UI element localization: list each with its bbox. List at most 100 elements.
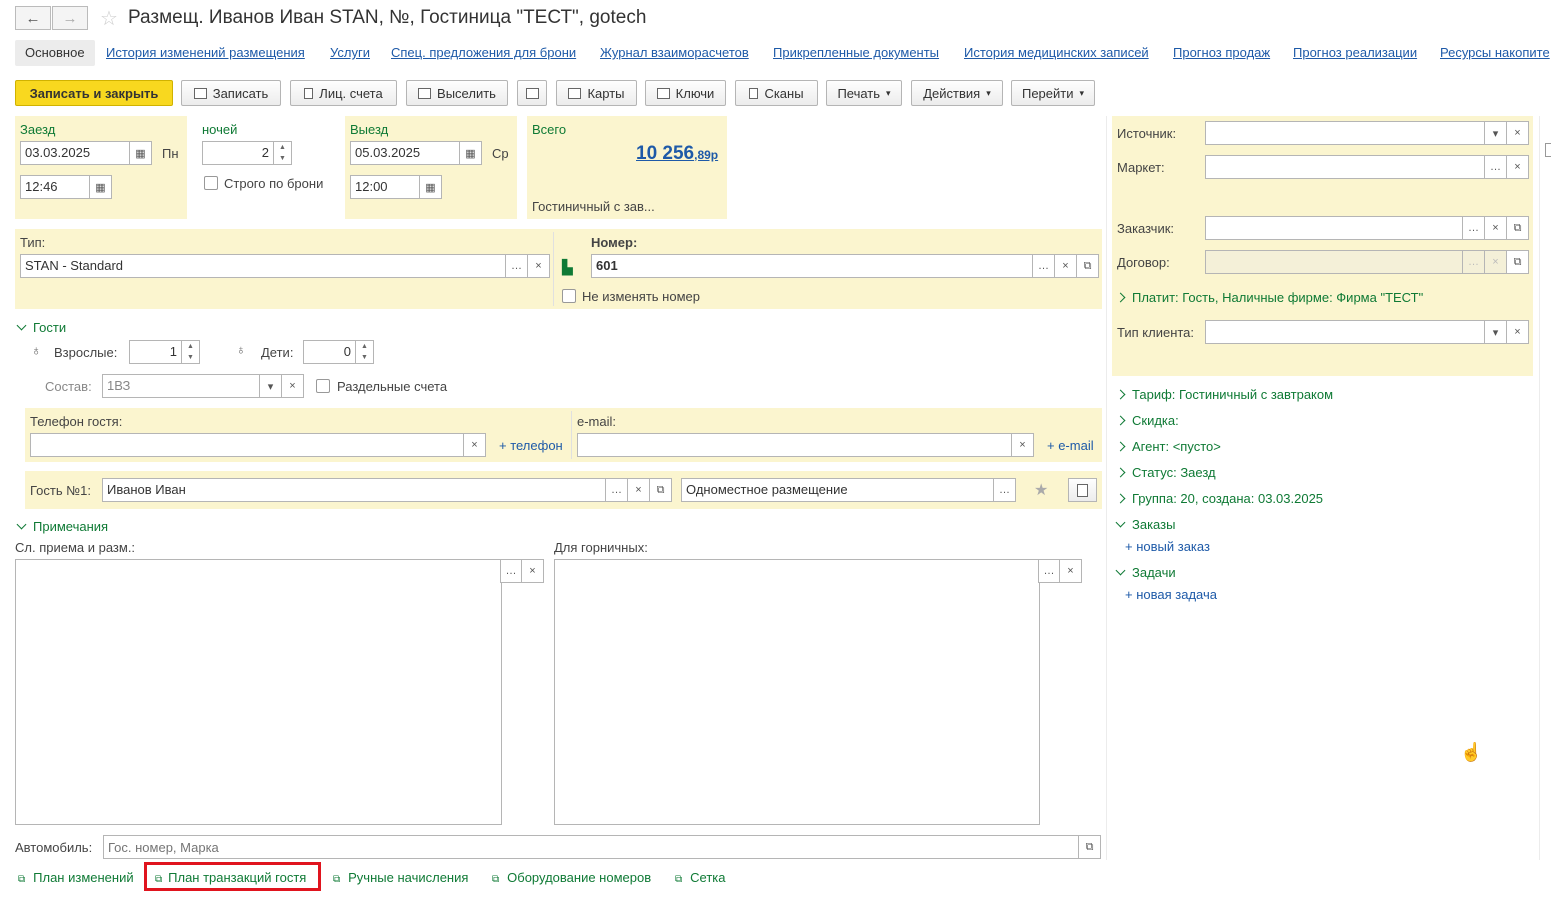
print-button[interactable]: Печать ▾ [826,80,902,106]
checkin-time-field[interactable]: 12:46 [20,175,90,199]
tab-documents[interactable]: Прикрепленные документы [773,40,939,66]
tab-sales-forecast[interactable]: Прогноз продаж [1173,40,1270,66]
scans-button[interactable]: Сканы [735,80,818,106]
grid-link[interactable]: ⧉ Сетка [675,870,725,885]
tab-main[interactable]: Основное [15,40,95,66]
guest1-name-field[interactable]: Иванов Иван [102,478,606,502]
dropdown-icon[interactable]: ▾ [260,374,282,398]
clear-icon[interactable]: × [1060,559,1082,583]
nights-stepper[interactable]: ▲ ▼ [274,141,292,165]
children-field[interactable]: 0 [303,340,356,364]
composition-field[interactable]: 1ВЗ [102,374,260,398]
guest-transactions-plan-link[interactable]: ⧉ План транзакций гостя [155,870,306,885]
clear-icon[interactable]: × [522,559,544,583]
add-phone-link[interactable]: + телефон [499,438,563,453]
group-toggle[interactable]: Группа: 20, создана: 03.03.2025 [1115,491,1323,506]
cards-button[interactable]: Карты [556,80,637,106]
open-icon[interactable]: ⧉ [1507,216,1529,240]
window-button[interactable] [517,80,547,106]
calendar-icon[interactable]: ▦ [460,141,482,165]
tariff-toggle[interactable]: Тариф: Гостиничный с завтраком [1115,387,1333,402]
ellipsis-icon[interactable]: … [500,559,522,583]
star-icon[interactable]: ★ [1034,480,1048,500]
clear-icon[interactable]: × [628,478,650,502]
open-icon[interactable]: ⧉ [1077,254,1099,278]
market-field[interactable] [1205,155,1485,179]
clear-icon[interactable]: × [464,433,486,457]
manual-charges-link[interactable]: ⧉ Ручные начисления [333,870,468,885]
clear-icon[interactable]: × [1507,121,1529,145]
tab-special-offers[interactable]: Спец. предложения для брони [391,40,576,66]
total-amount[interactable]: 10 256,89р [636,143,718,165]
strict-booking-checkbox[interactable] [204,176,218,190]
tab-settlements[interactable]: Журнал взаиморасчетов [600,40,749,66]
orders-toggle[interactable]: Заказы [1115,517,1175,532]
favorite-star-icon[interactable]: ☆ [100,6,118,31]
new-order-link[interactable]: + новый заказ [1125,539,1210,554]
checkout-date-field[interactable]: 05.03.2025 [350,141,460,165]
email-field[interactable] [577,433,1012,457]
room-type-field[interactable]: STAN - Standard [20,254,506,278]
accounts-button[interactable]: Лиц. счета [290,80,397,106]
clear-icon[interactable]: × [528,254,550,278]
clear-icon[interactable]: × [282,374,304,398]
guest-card-button[interactable] [1068,478,1097,502]
accommodation-type-field[interactable]: Одноместное размещение [681,478,994,502]
status-toggle[interactable]: Статус: Заезд [1115,465,1216,480]
clear-icon[interactable]: × [1485,216,1507,240]
tab-realization-forecast[interactable]: Прогноз реализации [1293,40,1417,66]
ellipsis-icon[interactable]: … [506,254,528,278]
reception-notes-textarea[interactable] [15,559,502,825]
dropdown-icon[interactable]: ▾ [1485,121,1507,145]
tab-history[interactable]: История изменений размещения [106,40,305,66]
ellipsis-icon[interactable]: … [1463,216,1485,240]
adults-field[interactable]: 1 [129,340,182,364]
client-type-field[interactable] [1205,320,1485,344]
keys-button[interactable]: Ключи [645,80,726,106]
open-icon[interactable]: ⧉ [1079,835,1101,859]
forward-button[interactable]: → [52,6,88,30]
keep-room-checkbox[interactable] [562,289,576,303]
save-button[interactable]: Записать [181,80,281,106]
room-equipment-link[interactable]: ⧉ Оборудование номеров [492,870,651,885]
children-stepper[interactable]: ▲ ▼ [356,340,374,364]
clear-icon[interactable]: × [1055,254,1077,278]
customer-field[interactable] [1205,216,1463,240]
open-icon[interactable]: ⧉ [650,478,672,502]
add-email-link[interactable]: + e-mail [1047,438,1094,453]
tasks-toggle[interactable]: Задачи [1115,565,1176,580]
clear-icon[interactable]: × [1012,433,1034,457]
calendar-icon[interactable]: ▦ [130,141,152,165]
ellipsis-icon[interactable]: … [1033,254,1055,278]
cutoff-checkbox[interactable] [1545,143,1551,157]
checkout-button[interactable]: Выселить [406,80,508,106]
checkout-time-field[interactable]: 12:00 [350,175,420,199]
contract-field[interactable] [1205,250,1463,274]
separate-accounts-checkbox[interactable] [316,379,330,393]
ellipsis-icon[interactable]: … [994,478,1016,502]
source-field[interactable] [1205,121,1485,145]
guests-section-toggle[interactable]: Гости [16,320,66,335]
open-icon[interactable]: ⧉ [1507,250,1529,274]
tab-resources[interactable]: Ресурсы накопите [1440,40,1551,66]
notes-section-toggle[interactable]: Примечания [16,519,108,534]
car-field[interactable] [103,835,1079,859]
clock-icon[interactable]: ▦ [90,175,112,199]
new-task-link[interactable]: + новая задача [1125,587,1217,602]
tab-services[interactable]: Услуги [330,40,370,66]
housekeeping-notes-textarea[interactable] [554,559,1040,825]
back-button[interactable]: ← [15,6,51,30]
goto-button[interactable]: Перейти ▾ [1011,80,1095,106]
clear-icon[interactable]: × [1507,320,1529,344]
clear-icon[interactable]: × [1507,155,1529,179]
ellipsis-icon[interactable]: … [606,478,628,502]
payer-toggle[interactable]: Платит: Гость, Наличные фирме: Фирма "ТЕ… [1115,290,1423,305]
phone-field[interactable] [30,433,464,457]
tab-medical[interactable]: История медицинских записей [964,40,1149,66]
changes-plan-link[interactable]: ⧉ План изменений [18,870,134,885]
room-number-field[interactable]: 601 [591,254,1033,278]
agent-toggle[interactable]: Агент: <пусто> [1115,439,1221,454]
ellipsis-icon[interactable]: … [1038,559,1060,583]
actions-button[interactable]: Действия ▾ [911,80,1003,106]
save-close-button[interactable]: Записать и закрыть [15,80,173,106]
